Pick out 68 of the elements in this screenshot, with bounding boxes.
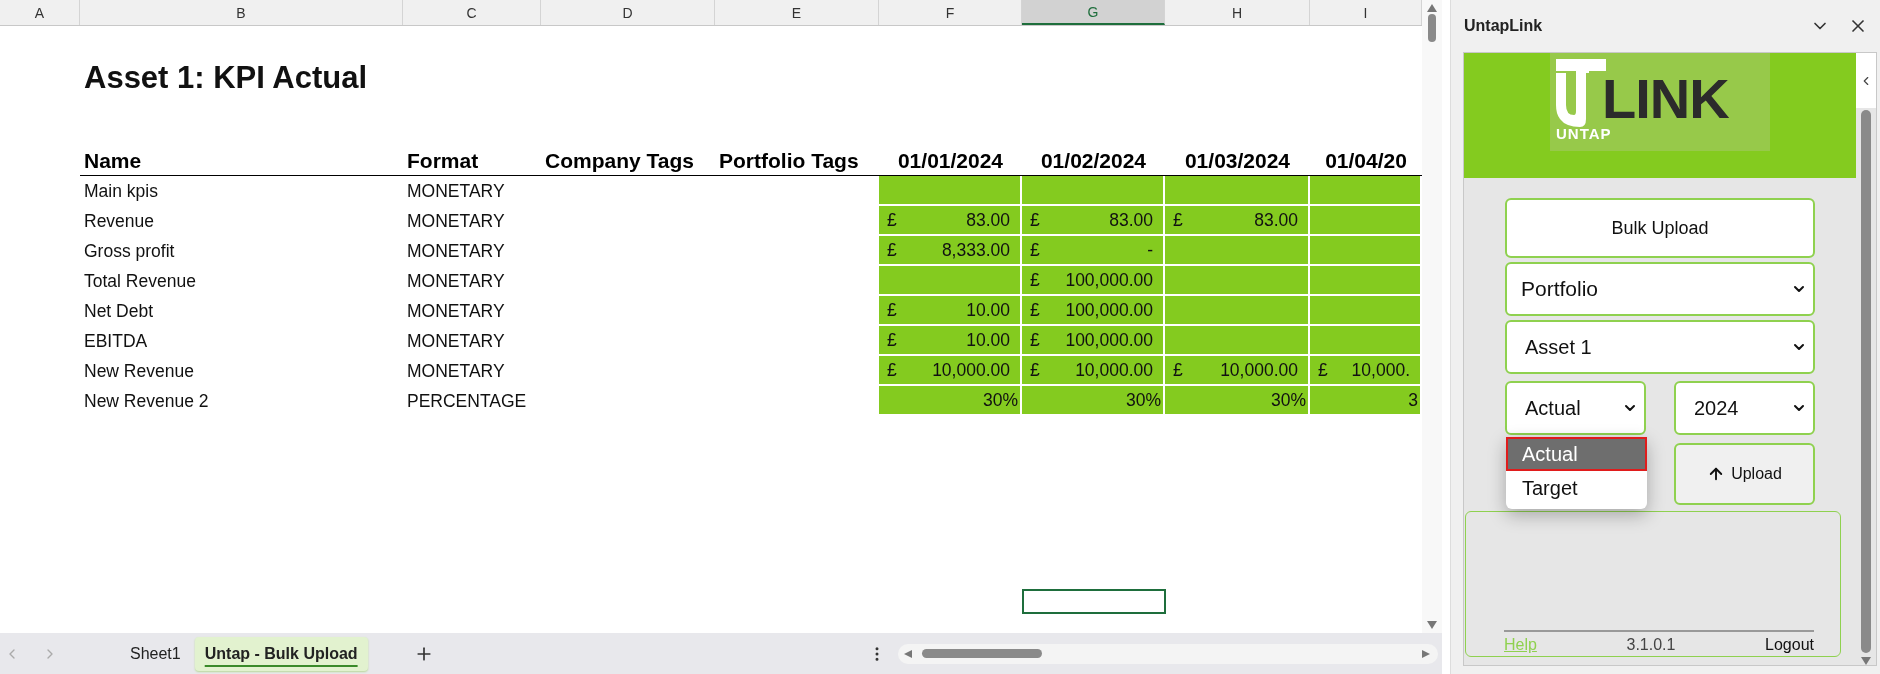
table-cell: 30% [1165, 386, 1310, 416]
table-cell-text: Main kpis [83, 179, 159, 203]
column-header[interactable]: C [403, 0, 541, 25]
table-cell: £ 100,000.00 [1022, 326, 1165, 356]
sheet-tab[interactable]: Sheet1 [120, 636, 191, 671]
table-cell-text: PERCENTAGE [406, 389, 528, 413]
table-cell: £ 100,000.00 [1022, 266, 1165, 296]
table-cell-text: MONETARY [406, 239, 506, 263]
table-cell: £ 10.00 [879, 296, 1022, 326]
table-cell: £ 83.00 [1165, 206, 1310, 236]
logo: LINK UNTAP [1550, 53, 1770, 151]
dropdown-option[interactable]: Actual [1506, 437, 1647, 471]
column-header[interactable]: H [1165, 0, 1310, 25]
panel-title: UntapLink [1464, 17, 1543, 35]
bulk-upload-button[interactable]: Bulk Upload [1505, 198, 1815, 258]
table-cell-text: Total Revenue [83, 269, 197, 293]
sheet-tab[interactable]: Untap - Bulk Upload [194, 636, 368, 671]
column-header[interactable]: G [1022, 0, 1165, 25]
table-cell-text: MONETARY [406, 269, 506, 293]
asset-select[interactable]: Asset 1 [1505, 320, 1815, 374]
upload-button[interactable]: Upload [1674, 443, 1815, 505]
table-cell: 30% [1022, 386, 1165, 416]
sheet-title: Asset 1: KPI Actual [84, 60, 369, 97]
scrollbar-thumb[interactable] [1428, 14, 1436, 42]
table-cell: 3 [1310, 386, 1422, 416]
column-header[interactable]: D [541, 0, 715, 25]
table-cell-text: MONETARY [406, 359, 506, 383]
table-cell-text: EBITDA [83, 329, 149, 353]
logout-link[interactable]: Logout [1765, 636, 1814, 654]
scrollbar-thumb[interactable] [1861, 110, 1871, 653]
table-cell-text: New Revenue [83, 359, 195, 383]
column-heading: Company Tags [541, 142, 715, 176]
column-header[interactable]: B [80, 0, 403, 25]
type-select[interactable]: Actual [1505, 381, 1646, 435]
table-cell-text: Net Debt [83, 299, 155, 323]
table-cell: £ 83.00 [879, 206, 1022, 236]
scroll-right-icon[interactable] [1422, 649, 1432, 658]
table-cell: £ 10,000.00 [1165, 356, 1310, 386]
scroll-down-icon[interactable] [1427, 621, 1437, 629]
table-cell-text: MONETARY [406, 209, 506, 233]
table-cell: £ 100,000.00 [1022, 296, 1165, 326]
column-heading: Portfolio Tags [715, 142, 879, 176]
column-heading: Format [403, 142, 541, 176]
scroll-down-icon[interactable] [1861, 657, 1871, 665]
table-cell: £ 8,333.00 [879, 236, 1022, 266]
scrollbar-thumb[interactable] [922, 649, 1042, 658]
year-select[interactable]: 2024 [1674, 381, 1815, 435]
column-header[interactable]: E [715, 0, 879, 25]
column-heading: Name [80, 142, 403, 176]
scroll-up-icon[interactable] [1427, 4, 1437, 12]
scroll-left-icon[interactable] [904, 649, 914, 658]
table-cell-text: MONETARY [406, 329, 506, 353]
table-cell: £ - [1022, 236, 1165, 266]
column-header[interactable]: A [0, 0, 80, 25]
table-cell-text: MONETARY [406, 179, 506, 203]
table-cell-text: Gross profit [83, 239, 176, 263]
version-label: 3.1.0.1 [1626, 636, 1676, 654]
table-cell: £ 10.00 [879, 326, 1022, 356]
table-cell: £ 10,000. [1310, 356, 1422, 386]
table-cell: £ 10,000.00 [1022, 356, 1165, 386]
table-cell: £ 83.00 [1022, 206, 1165, 236]
portfolio-select[interactable]: Portfolio [1505, 262, 1815, 316]
table-cell-text: Revenue [83, 209, 156, 233]
table-cell-text: New Revenue 2 [83, 389, 210, 413]
table-cell: 30% [879, 386, 1022, 416]
table-cell: £ 10,000.00 [879, 356, 1022, 386]
dropdown-option[interactable]: Target [1506, 471, 1647, 505]
table-cell-text: MONETARY [406, 299, 506, 323]
